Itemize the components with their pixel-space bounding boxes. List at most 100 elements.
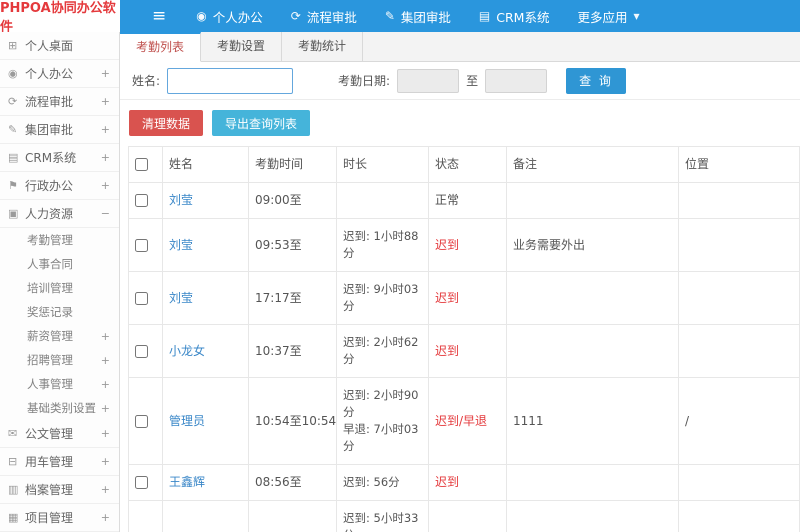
select-all-checkbox[interactable] [135, 158, 148, 171]
tab-attendance-stats[interactable]: 考勤统计 [282, 32, 364, 62]
tab-attendance-settings[interactable]: 考勤设置 [201, 32, 283, 62]
expand-plus-icon[interactable]: + [101, 402, 110, 415]
sidebar-subitem-attendance[interactable]: 考勤管理 [0, 228, 119, 252]
tab-attendance-list[interactable]: 考勤列表 [120, 32, 202, 62]
column-header: 备注 [506, 146, 679, 183]
duration-cell: 迟到: 2小时62分 [336, 324, 429, 378]
nav-item-crm-system[interactable]: ▤ CRM系统 [465, 0, 564, 32]
sidebar-item-label: 用车管理 [25, 455, 74, 469]
table-header-row: 姓名 考勤时间 时长 状态 备注 位置 [128, 146, 800, 183]
clean-data-button[interactable]: 清理数据 [129, 110, 204, 136]
table-row: 黄莺13:20至13:20迟到: 5小时33分早退: 4小时67分迟到/早退 / [128, 500, 800, 532]
expand-plus-icon[interactable]: + [101, 354, 110, 367]
menu-toggle-icon[interactable]: ≡ [152, 0, 166, 32]
name-cell: 黄莺 [162, 500, 249, 532]
folder-icon: ▥ [8, 483, 19, 496]
employee-name-link[interactable]: 小龙女 [169, 344, 205, 358]
duration-line: 迟到: 9小时03分 [343, 282, 419, 313]
sidebar-subitem-hr-contract[interactable]: 人事合同 [0, 252, 119, 276]
expand-plus-icon[interactable]: + [101, 151, 110, 164]
expand-plus-icon[interactable]: + [101, 123, 110, 136]
time-cell: 17:17至 [248, 271, 337, 325]
flow-icon: ⟳ [290, 9, 301, 23]
sidebar-item-label: 行政办公 [25, 179, 74, 193]
table-row: 管理员 10:54至10:54 迟到: 2小时90分 早退: 7小时03分 迟到/早退 1… [128, 377, 800, 465]
sidebar-item-project[interactable]: ▦ 项目管理 + [0, 504, 119, 532]
column-header: 时长 [336, 146, 429, 183]
employee-name-link[interactable]: 刘莹 [169, 238, 193, 252]
expand-plus-icon[interactable]: + [101, 179, 110, 192]
status-cell: 迟到 [428, 464, 507, 501]
status-cell: 迟到/早退 [428, 500, 507, 532]
nav-item-more-apps[interactable]: 更多应用 ▾ [563, 0, 653, 32]
expand-plus-icon[interactable]: + [101, 67, 110, 80]
row-checkbox[interactable] [135, 476, 148, 489]
duration-line: 迟到: 5小时33分 [343, 511, 419, 532]
sidebar-subitem-rewards[interactable]: 奖惩记录 [0, 300, 119, 324]
edit-icon: ✎ [8, 123, 18, 136]
column-header: 状态 [428, 146, 507, 183]
expand-plus-icon[interactable]: + [101, 427, 110, 440]
employee-name-link[interactable]: 刘莹 [169, 291, 193, 305]
sidebar-item-desktop[interactable]: ⊞ 个人桌面 [0, 32, 119, 60]
row-checkbox[interactable] [135, 344, 148, 358]
row-checkbox[interactable] [135, 414, 148, 428]
sidebar-item-archive[interactable]: ▥ 档案管理 + [0, 476, 119, 504]
sidebar-item-admin-office[interactable]: ⚑ 行政办公 + [0, 172, 119, 200]
sidebar-item-document[interactable]: ✉ 公文管理 + [0, 420, 119, 448]
table-body: 刘莹 09:00至 正常 刘莹 09:53至 迟到: 1小时88分 迟到 业务需要外出 刘莹 17… [128, 182, 800, 532]
date-to-input[interactable] [485, 68, 548, 93]
nav-item-process-approval[interactable]: ⟳ 流程审批 [277, 0, 371, 32]
search-button[interactable]: 查 询 [566, 67, 626, 94]
duration-cell: 迟到: 5小时33分早退: 4小时67分 [336, 500, 429, 532]
employee-name-link[interactable]: 王鑫辉 [169, 475, 205, 489]
employee-name-link[interactable]: 刘莹 [169, 193, 193, 207]
name-filter-input[interactable] [167, 67, 294, 94]
expand-plus-icon[interactable]: + [101, 378, 110, 391]
sidebar-subitem-training[interactable]: 培训管理 [0, 276, 119, 300]
sidebar-item-label: 集团审批 [25, 123, 74, 137]
expand-plus-icon[interactable]: + [101, 511, 110, 524]
remark-cell: 业务需要外出 [506, 218, 679, 272]
mail-icon: ✉ [8, 427, 18, 440]
export-list-button[interactable]: 导出查询列表 [212, 110, 311, 136]
sidebar-item-group-approval[interactable]: ✎ 集团审批 + [0, 116, 119, 144]
sidebar-item-hr[interactable]: ▣ 人力资源 − [0, 200, 119, 228]
time-cell: 10:54至10:54 [248, 377, 337, 465]
filter-bar: 姓名: 考勤日期: 至 查 询 [120, 62, 800, 100]
nav-item-group-approval[interactable]: ✎ 集团审批 [371, 0, 465, 32]
collapse-minus-icon[interactable]: − [101, 207, 110, 220]
row-checkbox[interactable] [135, 238, 148, 252]
expand-plus-icon[interactable]: + [101, 95, 110, 108]
sidebar-item-vehicle[interactable]: ⊟ 用车管理 + [0, 448, 119, 476]
sidebar-subitem-base-category[interactable]: 基础类别设置 + [0, 396, 119, 420]
status-text: 迟到/早退 [435, 413, 488, 428]
sidebar-item-label: 公文管理 [25, 427, 74, 441]
nav-item-personal-office[interactable]: ◉ 个人办公 [182, 0, 277, 32]
date-filter-label: 考勤日期: [338, 74, 391, 88]
sidebar-subitem-personnel[interactable]: 人事管理 + [0, 372, 119, 396]
sidebar-subitem-recruit[interactable]: 招聘管理 + [0, 348, 119, 372]
sidebar-item-label: 流程审批 [25, 95, 74, 109]
employee-name-link[interactable]: 管理员 [169, 414, 205, 428]
expand-plus-icon[interactable]: + [101, 455, 110, 468]
expand-plus-icon[interactable]: + [101, 330, 110, 343]
sidebar-item-process-approval[interactable]: ⟳ 流程审批 + [0, 88, 119, 116]
sidebar-subitem-salary[interactable]: 薪资管理 + [0, 324, 119, 348]
sidebar-item-personal-office[interactable]: ◉ 个人办公 + [0, 60, 119, 88]
expand-plus-icon[interactable]: + [101, 483, 110, 496]
row-checkbox[interactable] [135, 291, 148, 305]
desktop-icon: ⊞ [8, 39, 18, 52]
duration-line: 迟到: 56分 [343, 475, 400, 489]
user-icon: ◉ [196, 9, 207, 23]
row-checkbox[interactable] [135, 194, 148, 207]
row-checkbox-cell [128, 218, 163, 272]
flag-icon: ⚑ [8, 179, 18, 192]
table-row: 小龙女 10:37至 迟到: 2小时62分 迟到 [128, 324, 800, 378]
row-checkbox-cell [128, 377, 163, 465]
sidebar-item-crm-system[interactable]: ▤ CRM系统 + [0, 144, 119, 172]
location-cell [678, 271, 800, 325]
duration-line: 迟到: 2小时90分 [343, 388, 419, 419]
duration-cell: 迟到: 56分 [336, 464, 429, 501]
date-from-input[interactable] [397, 68, 460, 93]
